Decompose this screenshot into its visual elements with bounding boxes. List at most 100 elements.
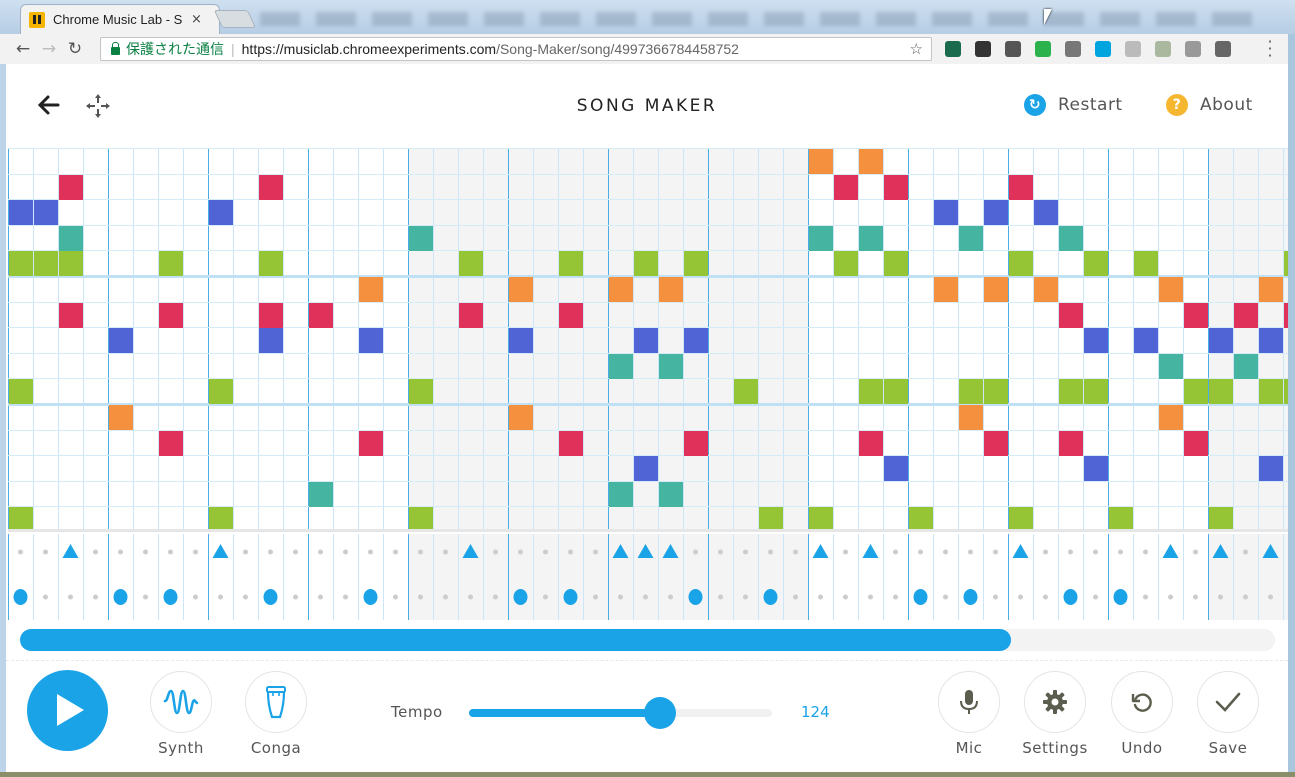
note-cell: [1034, 200, 1058, 225]
tab-close-icon[interactable]: ×: [191, 12, 202, 27]
browser-menu-icon[interactable]: · · ·: [1262, 34, 1278, 64]
about-button[interactable]: ? About: [1166, 94, 1253, 116]
feedly-icon-glyph: [1035, 41, 1051, 57]
settings-circle: [1024, 671, 1086, 733]
browser-tab[interactable]: Chrome Music Lab - Song Maker ×: [20, 4, 220, 34]
inbox-check-icon-glyph: [1185, 41, 1201, 57]
conga-drum-icon: [266, 686, 286, 719]
controls-divider: [6, 660, 1288, 661]
save-button[interactable]: Save: [1196, 671, 1260, 757]
note-cell: [634, 456, 658, 481]
percussion-empty-dot: [943, 549, 948, 555]
question-icon: ?: [1166, 94, 1188, 116]
mountain-icon[interactable]: [1118, 36, 1148, 62]
note-cell: [684, 251, 708, 276]
feedly-icon[interactable]: [1028, 36, 1058, 62]
note-cell: [1259, 379, 1283, 404]
save-circle: [1197, 671, 1259, 733]
pocket-icon[interactable]: [998, 36, 1028, 62]
note-cell: [1009, 507, 1033, 532]
desktop-background-strip: [0, 772, 1295, 777]
melody-grid[interactable]: [8, 148, 1288, 532]
percussion-empty-dot: [1193, 594, 1198, 600]
note-cell: [1084, 328, 1108, 353]
line-icon[interactable]: [1208, 36, 1238, 62]
note-cell: [34, 251, 58, 276]
percussion-circle: [513, 589, 528, 605]
synth-circle: [150, 671, 212, 733]
playback-progress-fill: [20, 629, 1012, 651]
mic-button[interactable]: Mic: [937, 671, 1001, 757]
percussion-grid[interactable]: [8, 534, 1288, 620]
checkmark-icon: [1215, 692, 1241, 712]
settings-button[interactable]: Settings: [1022, 671, 1087, 757]
undo-button[interactable]: Undo: [1110, 671, 1174, 757]
note-cell: [1059, 226, 1083, 251]
url-host: https://musiclab.chromeexperiments.com: [241, 41, 497, 57]
percussion-empty-dot: [243, 549, 248, 555]
percussion-circle: [163, 589, 178, 605]
address-bar[interactable]: 保護された通信 | https://musiclab.chromeexperim…: [100, 37, 932, 61]
percussion-empty-dot: [243, 594, 248, 600]
note-cell: [209, 379, 233, 404]
forward-nav-icon[interactable]: →: [36, 39, 62, 59]
evernote-icon[interactable]: [968, 36, 998, 62]
back-nav-icon[interactable]: ←: [10, 39, 36, 59]
percussion-empty-dot: [1093, 549, 1098, 555]
save-label: Save: [1208, 739, 1248, 757]
new-tab-button[interactable]: [213, 10, 257, 28]
percussion-empty-dot: [793, 594, 798, 600]
tab-title: Chrome Music Lab - Song Maker: [53, 12, 183, 27]
percussion-conga-button[interactable]: Conga: [244, 671, 308, 757]
note-cell: [959, 226, 983, 251]
browser-window: Chrome Music Lab - Song Maker × ← → ↻ 保護…: [0, 0, 1295, 777]
note-cell: [1184, 303, 1208, 328]
instrument-synth-button[interactable]: Synth: [149, 671, 213, 757]
note-cell: [609, 482, 633, 507]
note-cell: [1134, 251, 1158, 276]
play-button[interactable]: [27, 670, 108, 751]
note-cell: [359, 431, 383, 456]
percussion-empty-dot: [218, 594, 223, 600]
note-cell: [159, 251, 183, 276]
butterfly-icon[interactable]: [1148, 36, 1178, 62]
inbox-check-icon[interactable]: [1178, 36, 1208, 62]
melody-grid-canvas[interactable]: [8, 148, 1288, 532]
bookmark-star-icon[interactable]: ☆: [910, 40, 923, 58]
note-cell: [934, 200, 958, 225]
note-cell: [209, 200, 233, 225]
percussion-empty-dot: [968, 549, 973, 555]
percussion-empty-dot: [1093, 594, 1098, 600]
note-cell: [609, 354, 633, 379]
note-cell: [259, 251, 283, 276]
restart-button[interactable]: ↻ Restart: [1024, 94, 1123, 116]
percussion-empty-dot: [518, 549, 523, 555]
note-cell: [159, 431, 183, 456]
note-cell: [634, 328, 658, 353]
percussion-circle: [963, 589, 978, 605]
synth-label: Synth: [158, 739, 204, 757]
omnibox-separator: |: [231, 41, 235, 57]
mail-icon[interactable]: [1058, 36, 1088, 62]
url-path: /Song-Maker/song/4997366784458752: [496, 41, 739, 57]
tempo-slider[interactable]: [469, 697, 772, 729]
reload-icon[interactable]: ↻: [62, 39, 88, 59]
note-cell: [1234, 303, 1258, 328]
note-cell: [609, 277, 633, 302]
note-cell: [1184, 379, 1208, 404]
music-lab-favicon-icon: [29, 11, 45, 28]
note-cell: [1034, 277, 1058, 302]
note-cell: [984, 200, 1008, 225]
tempo-slider-thumb[interactable]: [643, 697, 676, 729]
butterfly-icon-glyph: [1155, 41, 1171, 57]
note-cell: [509, 277, 533, 302]
playback-progress-bar[interactable]: [20, 629, 1275, 651]
percussion-empty-dot: [293, 594, 298, 600]
notion-clipper-icon[interactable]: [938, 36, 968, 62]
note-cell: [859, 379, 883, 404]
hatena-bookmark-icon[interactable]: [1088, 36, 1118, 62]
percussion-empty-dot: [1193, 549, 1198, 555]
percussion-grid-canvas[interactable]: [8, 534, 1288, 620]
note-cell: [909, 507, 933, 532]
note-cell: [1059, 379, 1083, 404]
